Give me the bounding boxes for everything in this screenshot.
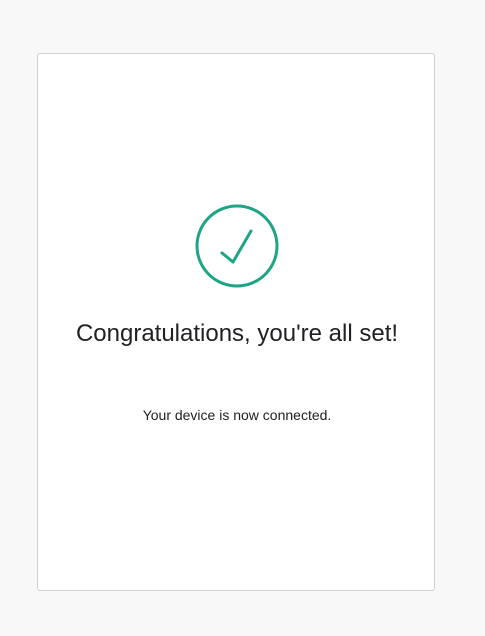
- success-title: Congratulations, you're all set!: [75, 320, 399, 347]
- success-card: Congratulations, you're all set! Your de…: [37, 53, 435, 591]
- success-message: Your device is now connected.: [142, 407, 332, 423]
- check-circle-icon: [195, 204, 279, 288]
